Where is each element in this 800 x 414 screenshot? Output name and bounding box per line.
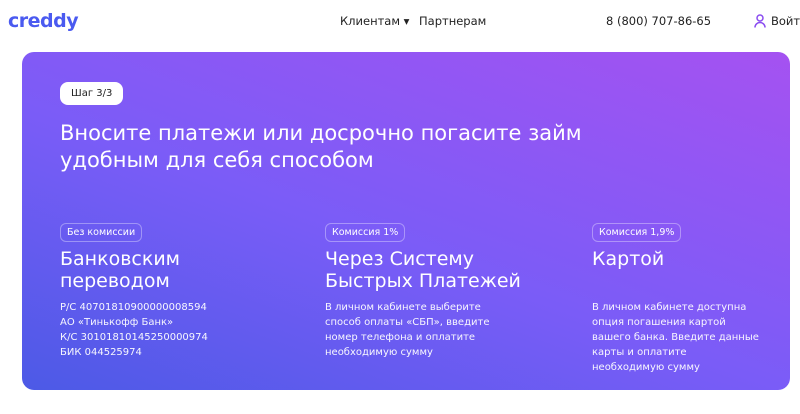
method-sbp: Комиссия 1% Через Систему Быстрых Платеж… — [325, 220, 525, 360]
user-icon — [754, 14, 766, 28]
bik: БИК 044525974 — [60, 347, 142, 358]
method-title: Через Систему Быстрых Платежей — [325, 248, 521, 292]
account-number: Р/С 40701810900000008594 — [60, 302, 207, 313]
method-card: Комиссия 1,9% Картой В личном кабинете д… — [592, 220, 772, 375]
phone-link[interactable]: 8 (800) 707-86-65 — [606, 14, 711, 28]
step-badge: Шаг 3/3 — [60, 82, 124, 105]
login-label: Войти — [771, 14, 800, 28]
login-button[interactable]: Войти — [754, 14, 800, 28]
hero-title: Вносите платежи или досрочно погасите за… — [60, 121, 582, 172]
corr-account: К/С 30101810145250000974 — [60, 332, 208, 343]
payment-methods-card: Шаг 3/3 Вносите платежи или досрочно пог… — [22, 52, 790, 390]
fee-badge: Комиссия 1,9% — [592, 223, 682, 242]
fee-badge: Без комиссии — [60, 223, 143, 242]
fee-badge: Комиссия 1% — [325, 223, 406, 242]
method-title: Картой — [592, 248, 665, 270]
nav-clients[interactable]: Клиентам ▾ — [340, 14, 409, 28]
logo[interactable]: creddy — [8, 10, 79, 32]
method-details: Р/С 40701810900000008594 АО «Тинькофф Ба… — [60, 300, 290, 360]
bank-name: АО «Тинькофф Банк» — [60, 317, 174, 328]
method-bank-transfer: Без комиссии Банковским переводом Р/С 40… — [60, 220, 290, 360]
method-description: В личном кабинете выберите способ оплаты… — [325, 302, 490, 358]
nav-partners[interactable]: Партнерам — [419, 14, 486, 28]
method-description: В личном кабинете доступна опция погашен… — [592, 302, 759, 373]
method-title: Банковским переводом — [60, 248, 181, 292]
